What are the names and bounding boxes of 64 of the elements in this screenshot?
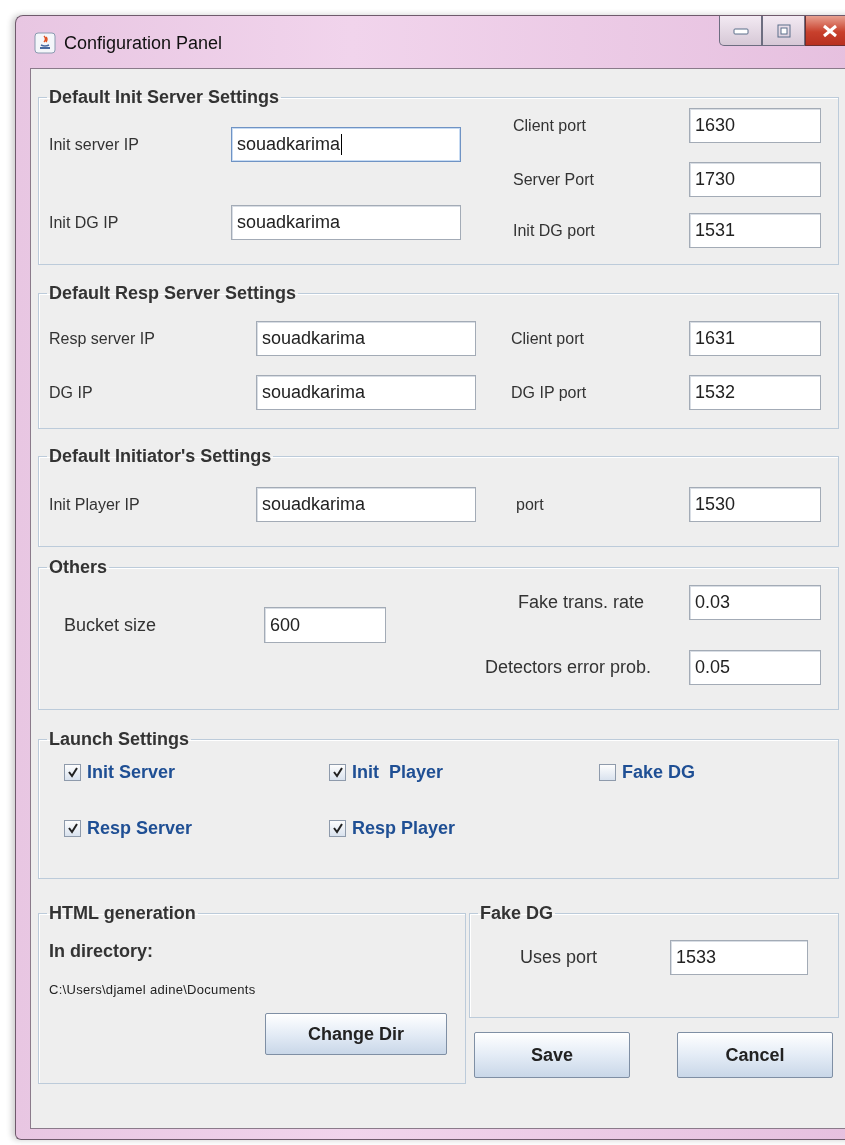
field-label: Bucket size <box>63 614 158 636</box>
text-field[interactable]: 1531 <box>689 213 821 248</box>
checkbox-label[interactable]: Init Player <box>352 761 444 783</box>
text-field[interactable]: souadkarima <box>256 375 476 410</box>
field-label: Detectors error prob. <box>484 657 652 678</box>
group-title: Default Init Server Settings <box>48 86 281 108</box>
close-icon <box>822 23 838 38</box>
field-label: Fake trans. rate <box>517 592 645 613</box>
check-icon <box>66 766 79 778</box>
field-label: Client port <box>513 116 587 135</box>
field-label: Init DG IP <box>49 213 120 232</box>
checkbox[interactable] <box>64 763 81 781</box>
text-field[interactable]: 0.03 <box>689 585 821 620</box>
field-label: Init server IP <box>49 135 140 154</box>
text-field[interactable]: 0.05 <box>689 650 821 685</box>
text-field[interactable]: souadkarima <box>256 321 476 356</box>
text-field[interactable]: souadkarima <box>231 205 461 240</box>
directory-path: C:\Users\djamel adine\Documents <box>49 982 257 997</box>
group-title: Launch Settings <box>48 728 190 750</box>
check-icon <box>331 822 344 834</box>
save-button[interactable]: Save <box>474 1032 630 1078</box>
cancel-button[interactable]: Cancel <box>677 1032 833 1078</box>
text-field[interactable]: souadkarima <box>256 487 476 522</box>
checkbox[interactable] <box>64 819 81 837</box>
checkbox[interactable] <box>599 763 616 781</box>
field-label: Init DG port <box>513 221 596 240</box>
text-field[interactable]: 1533 <box>670 940 808 975</box>
text-field[interactable]: 1631 <box>689 321 821 356</box>
group-title: HTML generation <box>48 902 197 924</box>
maximize-button[interactable] <box>762 16 805 46</box>
field-label: Init Player IP <box>49 495 141 514</box>
field-label: port <box>515 495 545 514</box>
minimize-icon <box>732 26 749 35</box>
group-title: Default Initiator's Settings <box>48 445 273 467</box>
group-title: Default Resp Server Settings <box>48 282 298 304</box>
text-field[interactable]: 1730 <box>689 162 821 197</box>
directory-heading: In directory: <box>49 941 155 962</box>
field-label: Server Port <box>513 170 595 189</box>
checkbox-label[interactable]: Resp Player <box>352 817 456 839</box>
text-field[interactable]: 600 <box>264 607 386 643</box>
field-label: DG IP port <box>511 383 588 402</box>
checkbox[interactable] <box>329 763 346 781</box>
checkbox[interactable] <box>329 819 346 837</box>
text-field[interactable]: 1530 <box>689 487 821 522</box>
field-label: Resp server IP <box>49 329 156 348</box>
window-title: Configuration Panel <box>64 32 223 54</box>
cup-icon <box>34 32 56 54</box>
minimize-button[interactable] <box>719 16 762 46</box>
field-label: Uses port <box>519 947 599 968</box>
check-icon <box>331 766 344 778</box>
maximize-icon <box>776 23 791 38</box>
group-title: Others <box>48 556 109 578</box>
text-field[interactable]: 1532 <box>689 375 821 410</box>
close-button[interactable] <box>805 16 845 46</box>
field-label: Client port <box>511 329 585 348</box>
checkbox-label[interactable]: Resp Server <box>87 817 193 839</box>
checkbox-label[interactable]: Fake DG <box>622 761 696 783</box>
text-field[interactable]: 1630 <box>689 108 821 143</box>
check-icon <box>66 822 79 834</box>
change-dir-button[interactable]: Change Dir <box>265 1013 447 1055</box>
checkbox-label[interactable]: Init Server <box>87 761 176 783</box>
text-field[interactable]: souadkarima <box>231 127 461 162</box>
group-title: Fake DG <box>479 902 555 924</box>
field-label: DG IP <box>49 383 94 402</box>
